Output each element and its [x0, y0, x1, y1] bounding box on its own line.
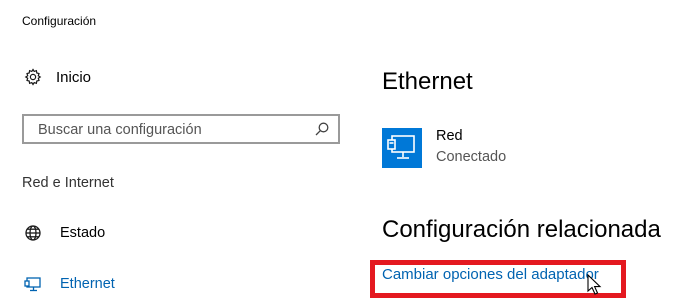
globe-icon	[24, 224, 42, 242]
home-label: Inicio	[56, 68, 92, 86]
change-adapter-options-link[interactable]: Cambiar opciones del adaptador	[382, 266, 599, 283]
sidebar-item-label: Ethernet	[60, 276, 115, 292]
main-content: Ethernet Red Conectado Configuración rel…	[360, 42, 680, 306]
window-title: Configuración	[22, 14, 97, 28]
search-input[interactable]	[36, 119, 300, 141]
page-title: Ethernet	[382, 68, 473, 95]
section-header: Red e Internet	[22, 175, 114, 191]
network-monitor-icon	[382, 128, 422, 168]
network-status: Conectado	[436, 149, 507, 165]
gear-icon	[24, 68, 42, 86]
network-name: Red	[436, 128, 463, 144]
search-icon[interactable]	[314, 121, 330, 137]
network-connection-card[interactable]: Red Conectado	[382, 128, 582, 170]
search-box[interactable]	[22, 114, 340, 144]
sidebar-item-label: Estado	[60, 225, 106, 241]
sidebar-item-estado[interactable]: Estado	[24, 222, 105, 244]
related-settings-title: Configuración relacionada	[382, 216, 661, 243]
settings-window: Configuración Inicio Buscar una configur…	[0, 0, 680, 306]
home-nav-item[interactable]: Inicio	[24, 66, 91, 88]
sidebar-item-ethernet[interactable]: Ethernet	[24, 273, 115, 295]
sidebar: Inicio Red e Internet	[0, 42, 360, 306]
ethernet-icon	[24, 275, 42, 293]
title-bar: Configuración	[0, 0, 680, 42]
